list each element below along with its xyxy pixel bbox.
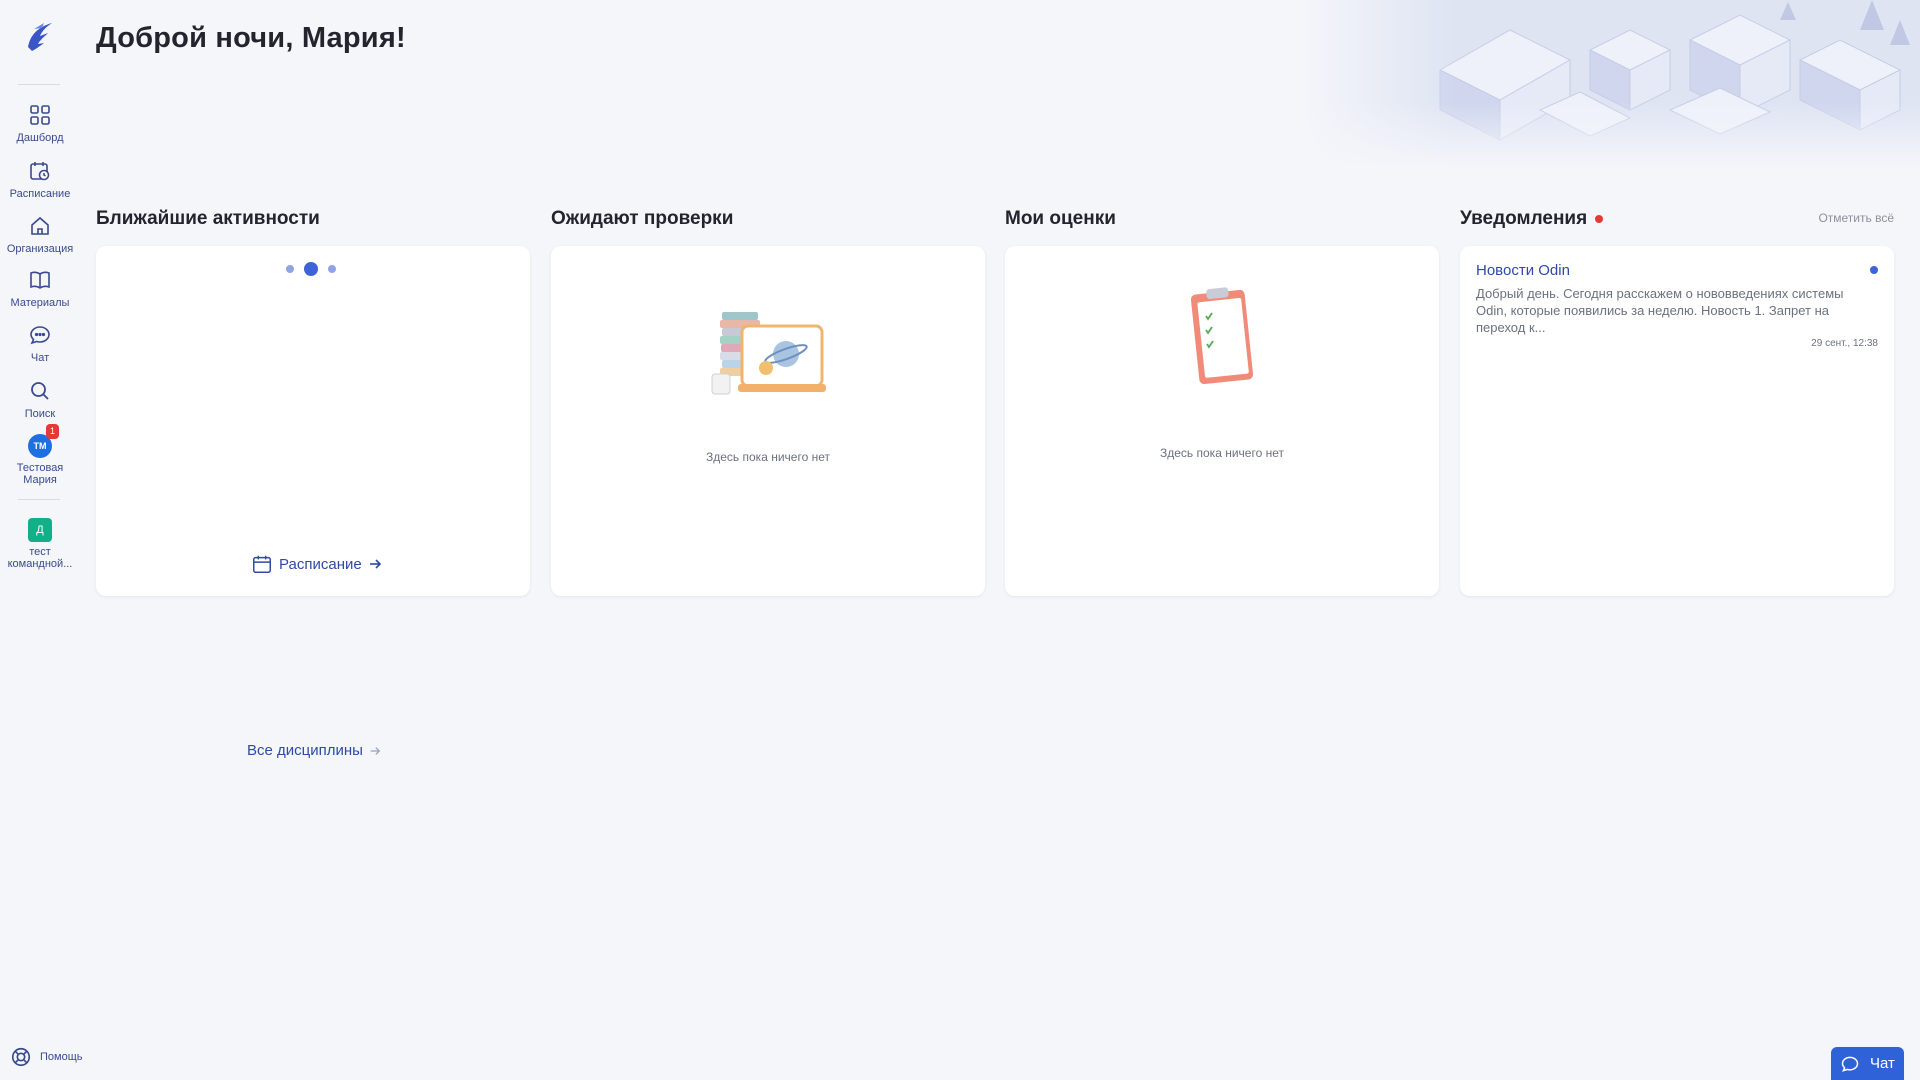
- section-title: Ближайшие активности: [96, 208, 320, 229]
- sidebar-item-organization[interactable]: Организация: [0, 214, 80, 255]
- sidebar-item-dashboard[interactable]: Дашборд: [0, 103, 80, 144]
- clipboard-illustration: [1190, 287, 1254, 385]
- awaiting-review-section: Ожидают проверки Здесь пока ничего нет: [551, 206, 985, 596]
- chat-bubble-icon: [30, 326, 50, 345]
- unread-dot: [1870, 266, 1878, 274]
- avatar-initials: ТМ: [33, 441, 47, 451]
- sidebar-item-team[interactable]: Д тест командной...: [0, 518, 80, 570]
- my-grades-section: Мои оценки Здесь пока ничего нет: [1005, 206, 1439, 596]
- app-logo-icon[interactable]: [20, 17, 60, 57]
- empty-state-text: Здесь пока ничего нет: [706, 450, 830, 464]
- dashboard-grid-icon: [30, 105, 50, 125]
- home-icon: [31, 216, 49, 235]
- upcoming-card: Расписание: [96, 246, 530, 596]
- arrow-right-icon: [369, 559, 381, 569]
- team-avatar: Д: [28, 518, 52, 542]
- sidebar-item-label: Материалы: [10, 297, 70, 309]
- notification-title: Новости Odin: [1476, 262, 1570, 279]
- notifications-card: Новости Odin Добрый день. Сегодня расска…: [1460, 246, 1894, 596]
- notification-item[interactable]: Новости Odin Добрый день. Сегодня расска…: [1476, 262, 1878, 349]
- chat-bubble-icon: [1841, 1056, 1859, 1072]
- team-name: тест командной...: [7, 546, 73, 570]
- calendar-clock-icon: [30, 162, 50, 181]
- notification-count-badge: 1: [46, 424, 59, 439]
- notification-time: 29 сент., 12:38: [1811, 338, 1878, 349]
- all-disciplines-label: Все дисциплины: [247, 742, 363, 759]
- city-illustration: [1300, 0, 1920, 170]
- mark-all-read-button[interactable]: Отметить всё: [1818, 211, 1894, 225]
- grades-card: Здесь пока ничего нет: [1005, 246, 1439, 596]
- notifications-title: Уведомления: [1460, 208, 1588, 229]
- sidebar-item-label: Организация: [6, 243, 74, 255]
- sidebar-item-label: Дашборд: [16, 132, 64, 144]
- sidebar-divider: [18, 84, 60, 85]
- chat-button-label: Чат: [1870, 1055, 1895, 1072]
- review-card: Здесь пока ничего нет: [551, 246, 985, 596]
- sidebar: Дашборд Расписание Организация Материалы…: [0, 0, 83, 1080]
- lifebuoy-icon: [11, 1047, 31, 1067]
- arrow-right-icon: [370, 746, 381, 755]
- chat-button[interactable]: Чат: [1831, 1047, 1904, 1080]
- help-label: Помощь: [40, 1051, 83, 1063]
- sidebar-item-materials[interactable]: Материалы: [0, 268, 80, 309]
- schedule-link[interactable]: Расписание: [251, 553, 382, 575]
- sidebar-item-search[interactable]: Поиск: [0, 379, 80, 420]
- sidebar-divider: [18, 499, 60, 500]
- schedule-link-label: Расписание: [279, 555, 362, 573]
- notifications-section: Уведомления Отметить всё Новости Odin До…: [1460, 206, 1894, 596]
- loading-indicator: [286, 262, 336, 276]
- books-laptop-illustration: [711, 312, 826, 395]
- empty-state-text: Здесь пока ничего нет: [1160, 446, 1284, 460]
- sidebar-item-label: Чат: [30, 352, 50, 364]
- calendar-icon: [253, 555, 271, 573]
- section-title: Ожидают проверки: [551, 208, 734, 229]
- unread-indicator: [1595, 215, 1604, 223]
- sidebar-item-profile[interactable]: ТМ 1 Тестовая Мария: [0, 424, 80, 486]
- search-icon: [31, 382, 49, 400]
- sidebar-item-label: Расписание: [9, 188, 71, 200]
- book-icon: [30, 271, 50, 289]
- upcoming-activities-section: Ближайшие активности Расписание: [96, 206, 530, 596]
- profile-name: Тестовая Мария: [16, 462, 64, 486]
- sidebar-item-label: Поиск: [24, 408, 56, 420]
- help-link[interactable]: Помощь: [10, 1046, 83, 1068]
- page-title: Доброй ночи, Мария!: [96, 22, 406, 54]
- sidebar-item-chat[interactable]: Чат: [0, 323, 80, 364]
- notification-body: Добрый день. Сегодня расскажем о нововве…: [1476, 286, 1844, 335]
- sidebar-item-schedule[interactable]: Расписание: [0, 159, 80, 200]
- avatar: ТМ 1: [28, 424, 59, 458]
- section-title: Мои оценки: [1005, 208, 1116, 229]
- all-disciplines-link[interactable]: Все дисциплины: [247, 742, 381, 759]
